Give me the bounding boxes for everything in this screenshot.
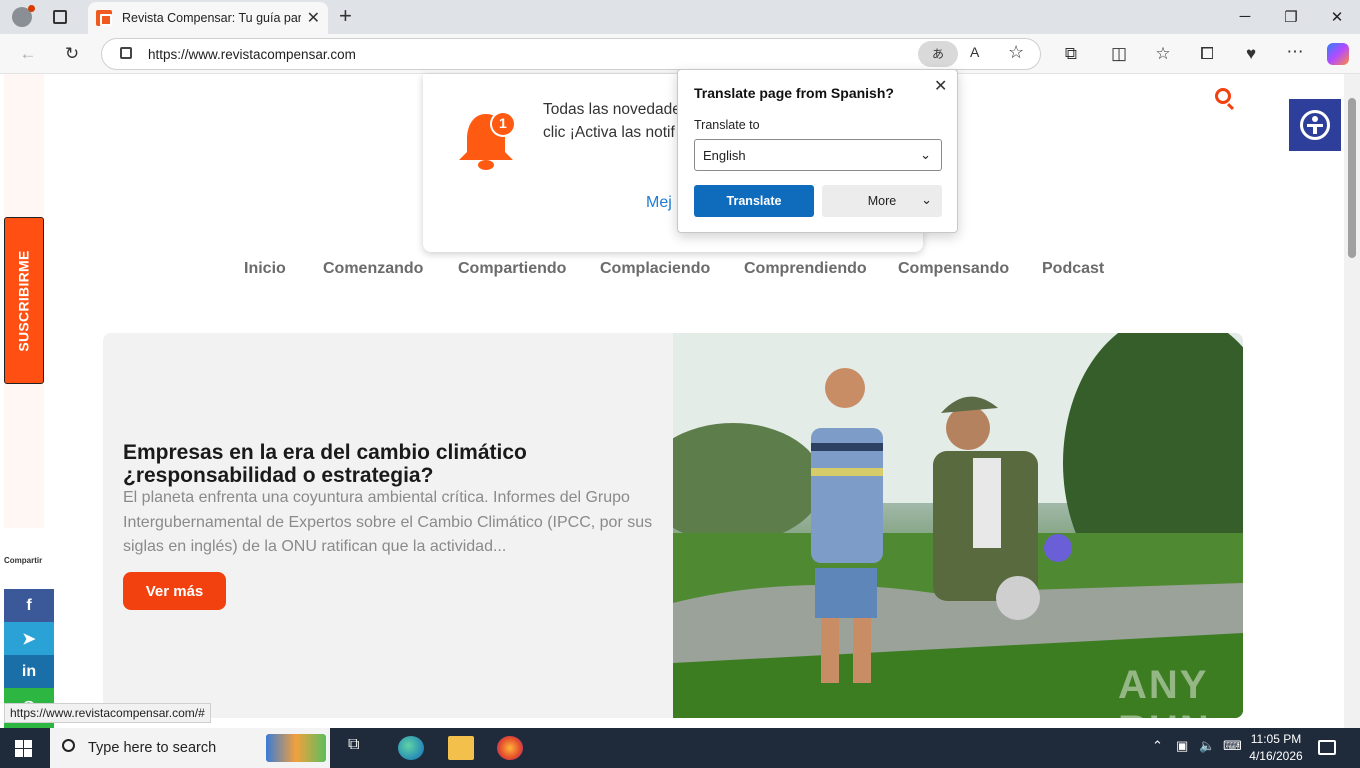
nav-item-complaciendo[interactable]: Complaciendo	[600, 260, 710, 278]
split-screen-icon[interactable]: ◫	[1107, 44, 1131, 64]
url-text: https://www.revistacompensar.com	[148, 46, 356, 62]
page-scrollbar[interactable]	[1344, 74, 1360, 728]
refresh-icon[interactable]: ↻	[60, 44, 84, 64]
scrollbar-thumb[interactable]	[1348, 98, 1356, 258]
facebook-share-icon[interactable]: f	[4, 589, 54, 622]
search-icon-handle	[1226, 102, 1235, 111]
copilot-icon[interactable]	[1327, 43, 1349, 65]
notification-badge: 1	[499, 115, 507, 131]
share-label: Compartir	[4, 556, 43, 565]
notification-text-line1: Todas las novedade	[543, 101, 681, 118]
more-options-button[interactable]: More ⌄	[822, 185, 942, 217]
subscribe-button[interactable]: SUSCRIBIRME	[4, 217, 44, 384]
accessibility-button[interactable]	[1289, 99, 1341, 151]
restore-icon[interactable]: ❐	[1276, 8, 1306, 26]
edge-taskbar-icon[interactable]	[398, 736, 424, 760]
windows-start-icon[interactable]	[15, 740, 32, 757]
task-view-icon[interactable]: ⧉	[348, 736, 374, 760]
tray-chevron-icon[interactable]: ⌃	[1152, 738, 1163, 754]
translate-to-label: Translate to	[694, 118, 760, 132]
notification-later-button[interactable]: Mej	[646, 194, 672, 212]
nav-item-comenzando[interactable]: Comenzando	[323, 260, 423, 278]
active-tab[interactable]: Revista Compensar: Tu guía para a ✕	[88, 2, 328, 34]
selected-language: English	[703, 147, 746, 163]
extensions-icon[interactable]: ⧉	[1059, 44, 1083, 64]
article-image[interactable]: ANY RUN	[673, 333, 1243, 718]
lock-icon[interactable]	[120, 47, 132, 59]
telegram-share-icon[interactable]: ➤	[4, 622, 54, 655]
system-clock[interactable]: 11:05 PM 4/16/2026	[1244, 731, 1308, 765]
translate-popup-title: Translate page from Spanish?	[694, 85, 894, 101]
volume-icon[interactable]: 🔈	[1199, 738, 1215, 754]
back-icon[interactable]: ←	[16, 44, 40, 64]
article-excerpt: El planeta enfrenta una coyuntura ambien…	[123, 489, 653, 555]
clock-date: 4/16/2026	[1249, 749, 1303, 763]
puzzle-widget-icon[interactable]	[266, 734, 326, 762]
more-menu-icon[interactable]: ⋯	[1283, 42, 1307, 62]
translate-popup: Translate page from Spanish? ✕ Translate…	[677, 69, 958, 233]
nav-item-podcast[interactable]: Podcast	[1042, 260, 1104, 278]
close-popup-icon[interactable]: ✕	[934, 76, 947, 96]
keyboard-icon[interactable]: ⌨	[1223, 738, 1242, 754]
nav-item-compartiendo[interactable]: Compartiendo	[458, 260, 566, 278]
more-label: More	[867, 194, 897, 208]
translate-button[interactable]: Translate	[694, 185, 814, 217]
close-window-icon[interactable]: ✕	[1322, 8, 1352, 26]
garden-photo	[673, 333, 1243, 718]
network-icon[interactable]: ▣	[1176, 738, 1188, 754]
address-bar[interactable]: https://www.revistacompensar.com あ A ☆	[101, 38, 1041, 70]
nav-item-comprendiendo[interactable]: Comprendiendo	[744, 260, 867, 278]
new-tab-icon[interactable]: +	[339, 3, 352, 29]
taskbar-search-box[interactable]: Type here to search	[50, 728, 330, 768]
tab-actions-icon[interactable]	[53, 10, 67, 24]
minimize-icon[interactable]: ─	[1230, 8, 1260, 25]
notification-dot	[28, 5, 35, 12]
search-placeholder: Type here to search	[88, 740, 217, 756]
windows-taskbar: Type here to search ⧉ ⌃ ▣ 🔈 ⌨ 11:05 PM 4…	[0, 728, 1360, 768]
language-select[interactable]: English ⌄	[694, 139, 942, 171]
favorites-icon[interactable]: ☆	[1151, 44, 1175, 64]
chevron-down-icon: ⌄	[921, 192, 932, 207]
firefox-icon[interactable]	[497, 736, 523, 760]
close-tab-icon[interactable]: ✕	[307, 8, 320, 28]
chevron-down-icon: ⌄	[920, 147, 931, 162]
site-favicon-icon	[96, 10, 112, 26]
article-title[interactable]: Empresas en la era del cambio climático …	[123, 441, 643, 487]
accessibility-icon	[1300, 110, 1330, 140]
tab-bar: Revista Compensar: Tu guía para a ✕ + ─ …	[0, 0, 1360, 34]
collections-icon[interactable]: ⧠	[1195, 44, 1219, 64]
main-navigation: Inicio Comenzando Compartiendo Complacie…	[0, 260, 1344, 280]
featured-article: Empresas en la era del cambio climático …	[103, 333, 1243, 718]
tab-title: Revista Compensar: Tu guía para a	[122, 11, 301, 25]
status-bar-url: https://www.revistacompensar.com/#	[4, 703, 211, 723]
read-aloud-icon[interactable]: A	[970, 44, 979, 60]
browser-toolbar: ← ↻ https://www.revistacompensar.com あ A…	[0, 34, 1360, 74]
translate-icon[interactable]: あ	[918, 41, 958, 67]
notification-center-icon[interactable]	[1318, 740, 1336, 755]
notification-text-line2: clic ¡Activa las notif	[543, 124, 675, 141]
bell-icon	[459, 111, 516, 170]
linkedin-share-icon[interactable]: in	[4, 655, 54, 688]
read-more-button[interactable]: Ver más	[123, 572, 226, 610]
file-explorer-icon[interactable]	[448, 736, 474, 760]
favorite-star-icon[interactable]: ☆	[1008, 42, 1024, 63]
nav-item-inicio[interactable]: Inicio	[244, 260, 286, 278]
search-icon	[62, 739, 75, 752]
watermark-text: ANY RUN	[1118, 663, 1209, 718]
clock-time: 11:05 PM	[1250, 732, 1302, 746]
nav-item-compensando[interactable]: Compensando	[898, 260, 1009, 278]
performance-icon[interactable]: ♥	[1239, 44, 1263, 64]
